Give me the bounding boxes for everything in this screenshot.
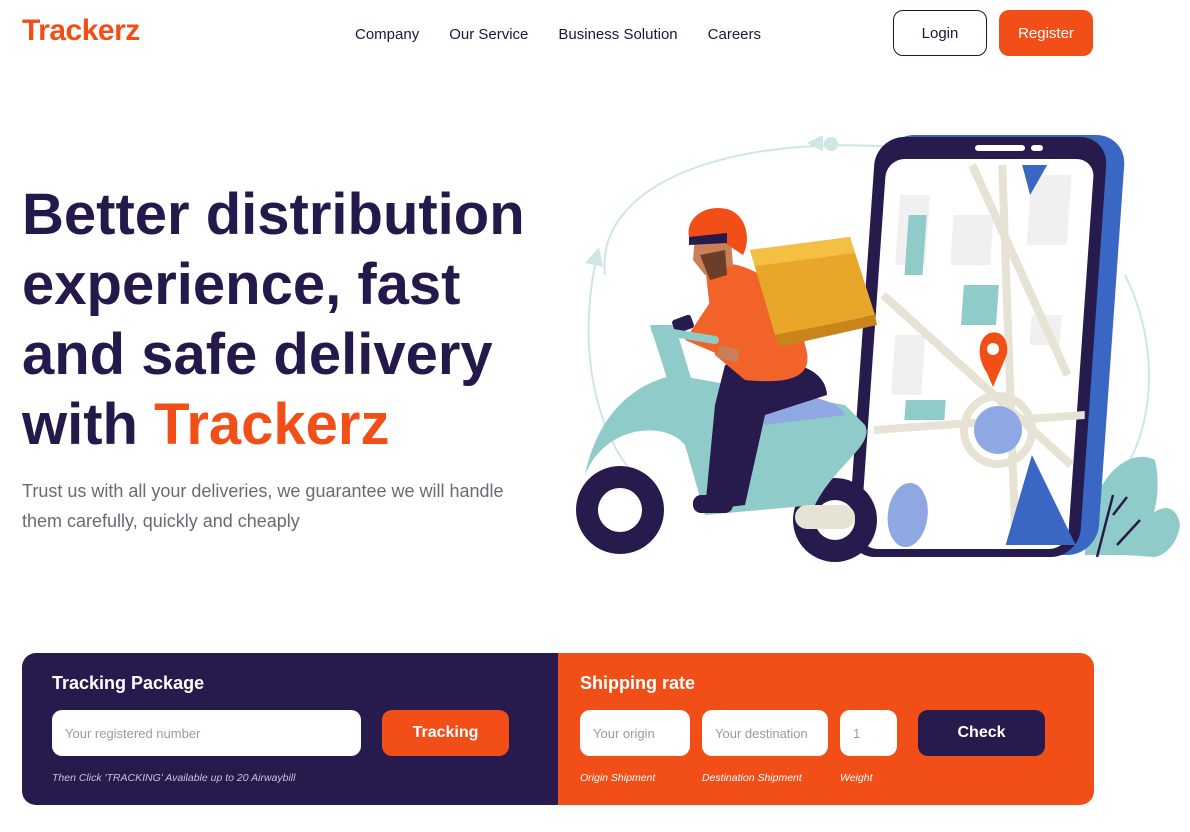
tracking-title: Tracking Package bbox=[52, 673, 205, 693]
origin-hint: Origin Shipment bbox=[580, 772, 656, 784]
weight-input[interactable] bbox=[840, 710, 897, 756]
nav-item-business-solution[interactable]: Business Solution bbox=[558, 26, 677, 43]
nav-item-careers[interactable]: Careers bbox=[708, 26, 761, 43]
main-nav: Company Our Service Business Solution Ca… bbox=[355, 26, 761, 43]
phone-speaker bbox=[975, 145, 1025, 151]
check-button[interactable]: Check bbox=[918, 710, 1045, 756]
shipping-title: Shipping rate bbox=[580, 673, 696, 693]
rider-shoe bbox=[693, 495, 733, 513]
shipping-rate-section: Shipping rate Check Origin Shipment Dest… bbox=[558, 653, 1094, 805]
register-button[interactable]: Register bbox=[999, 10, 1093, 56]
tracking-package-section: Tracking Package Tracking Then Click 'TR… bbox=[22, 653, 558, 805]
scooter-exhaust bbox=[795, 505, 855, 529]
tracking-button[interactable]: Tracking bbox=[382, 710, 509, 756]
tracking-hint: Then Click 'TRACKING' Available up to 20… bbox=[52, 772, 296, 784]
hero-subtitle: Trust us with all your deliveries, we gu… bbox=[22, 481, 504, 531]
login-button[interactable]: Login bbox=[893, 10, 987, 56]
tracking-shipping-panel: Tracking Package Tracking Then Click 'TR… bbox=[22, 653, 1094, 805]
orbit-dot bbox=[824, 137, 838, 151]
delivery-illustration bbox=[576, 135, 1180, 562]
orbit-arrow-icon bbox=[585, 247, 603, 267]
map-target-center bbox=[974, 406, 1022, 454]
phone-sensor bbox=[1031, 145, 1043, 151]
hero-title-accent: Trackerz bbox=[154, 392, 390, 457]
registered-number-input[interactable] bbox=[52, 710, 361, 756]
weight-hint: Weight bbox=[840, 772, 873, 784]
hero-title: Better distribution experience, fast and… bbox=[22, 180, 562, 460]
orbit-arrow-icon bbox=[807, 135, 823, 151]
nav-item-our-service[interactable]: Our Service bbox=[449, 26, 528, 43]
destination-hint: Destination Shipment bbox=[702, 772, 802, 784]
logo[interactable]: Trackerz bbox=[22, 14, 140, 48]
destination-input[interactable] bbox=[702, 710, 828, 756]
nav-item-company[interactable]: Company bbox=[355, 26, 419, 43]
origin-input[interactable] bbox=[580, 710, 690, 756]
rider-beard bbox=[700, 250, 727, 280]
